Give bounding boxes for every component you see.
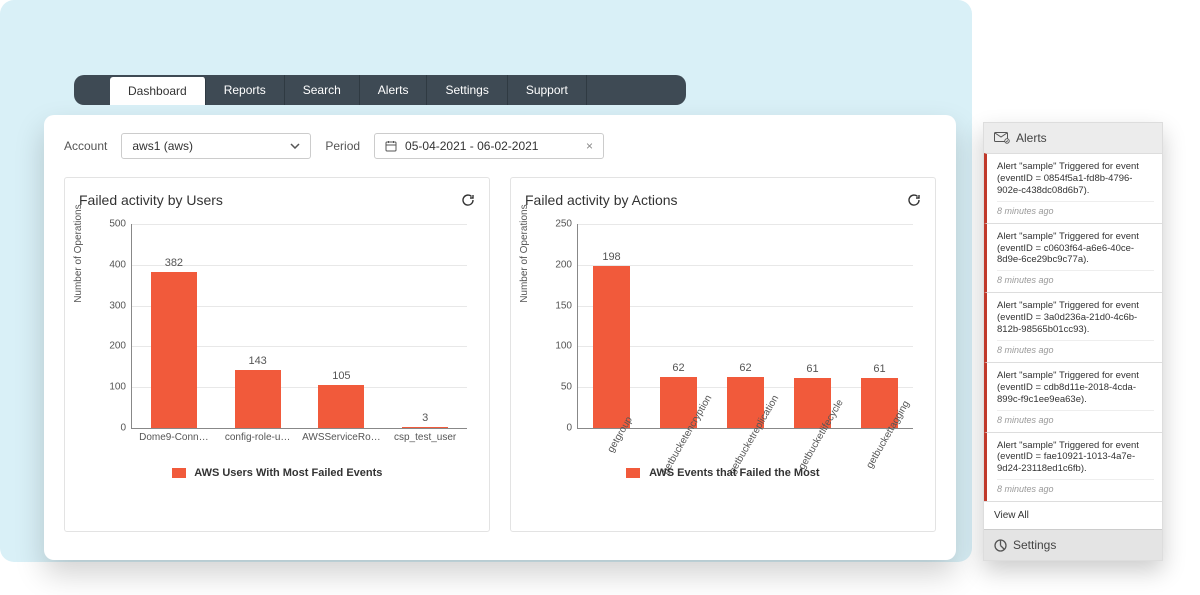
tab-alerts[interactable]: Alerts — [360, 75, 428, 105]
tab-reports[interactable]: Reports — [206, 75, 285, 105]
alert-time: 8 minutes ago — [997, 201, 1154, 216]
alert-text: Alert "sample" Triggered for event (even… — [997, 370, 1154, 406]
y-axis-label: Number of Operations — [73, 204, 84, 302]
chart-legend: AWS Events that Failed the Most — [525, 467, 921, 479]
alerts-footer-label: Settings — [1013, 538, 1056, 552]
chart-title: Failed activity by Actions — [525, 192, 678, 208]
tab-support[interactable]: Support — [508, 75, 587, 105]
y-tick: 300 — [109, 300, 132, 311]
alert-time: 8 minutes ago — [997, 410, 1154, 425]
chart-title: Failed activity by Users — [79, 192, 223, 208]
x-tick: AWSServiceRo… — [302, 428, 381, 443]
dashboard-card: Account aws1 (aws) Period 05-04-2021 - 0… — [44, 115, 956, 560]
bar-value-label: 62 — [739, 362, 751, 374]
period-value: 05-04-2021 - 06-02-2021 — [405, 139, 538, 153]
legend-text: AWS Users With Most Failed Events — [194, 467, 382, 479]
bar[interactable] — [235, 370, 281, 428]
account-value: aws1 (aws) — [132, 139, 193, 153]
tab-dashboard[interactable]: Dashboard — [110, 77, 206, 105]
alert-time: 8 minutes ago — [997, 270, 1154, 285]
bar-value-label: 62 — [672, 362, 684, 374]
x-tick: config-role-u… — [225, 428, 291, 443]
y-axis-label: Number of Operations — [519, 204, 530, 302]
charts-row: Failed activity by Users Number of Opera… — [64, 177, 936, 532]
alert-item[interactable]: Alert "sample" Triggered for event (even… — [984, 432, 1162, 502]
alerts-side-panel: Alerts Alert "sample" Triggered for even… — [983, 122, 1163, 561]
alert-item[interactable]: Alert "sample" Triggered for event (even… — [984, 153, 1162, 223]
x-tick: Dome9-Conn… — [139, 428, 208, 443]
bar[interactable] — [318, 385, 364, 428]
alert-text: Alert "sample" Triggered for event (even… — [997, 161, 1154, 197]
refresh-icon[interactable] — [907, 193, 921, 207]
alert-text: Alert "sample" Triggered for event (even… — [997, 440, 1154, 476]
alerts-list: Alert "sample" Triggered for event (even… — [984, 153, 1162, 501]
period-picker[interactable]: 05-04-2021 - 06-02-2021 × — [374, 133, 604, 159]
bar[interactable] — [593, 266, 630, 428]
alerts-settings[interactable]: Settings — [984, 529, 1162, 560]
account-label: Account — [64, 139, 107, 153]
period-label: Period — [325, 139, 360, 153]
y-tick: 100 — [555, 341, 578, 352]
view-all-link[interactable]: View All — [984, 501, 1162, 529]
y-tick: 0 — [566, 423, 578, 434]
y-tick: 100 — [109, 382, 132, 393]
alert-time: 8 minutes ago — [997, 479, 1154, 494]
chart-failed-by-users: Failed activity by Users Number of Opera… — [64, 177, 490, 532]
mail-alert-icon — [994, 132, 1010, 144]
y-tick: 500 — [109, 219, 132, 230]
legend-swatch-icon — [172, 468, 186, 478]
alerts-header[interactable]: Alerts — [984, 123, 1162, 153]
filter-row: Account aws1 (aws) Period 05-04-2021 - 0… — [64, 133, 936, 159]
chart-body-actions: Number of Operations 050100150200250198g… — [525, 224, 921, 479]
y-tick: 200 — [109, 341, 132, 352]
main-navbar: Dashboard Reports Search Alerts Settings… — [74, 75, 686, 105]
alert-text: Alert "sample" Triggered for event (even… — [997, 231, 1154, 267]
y-tick: 250 — [555, 219, 578, 230]
alert-item[interactable]: Alert "sample" Triggered for event (even… — [984, 362, 1162, 432]
legend-swatch-icon — [626, 468, 640, 478]
y-tick: 150 — [555, 300, 578, 311]
bar-value-label: 105 — [332, 370, 350, 382]
bar-value-label: 3 — [422, 412, 428, 424]
pie-settings-icon — [994, 539, 1007, 552]
y-tick: 400 — [109, 259, 132, 270]
y-tick: 50 — [561, 382, 578, 393]
calendar-icon — [385, 140, 397, 152]
bar-value-label: 61 — [806, 363, 818, 375]
legend-text: AWS Events that Failed the Most — [649, 467, 820, 479]
chart-legend: AWS Users With Most Failed Events — [79, 467, 475, 479]
y-tick: 200 — [555, 259, 578, 270]
bar[interactable] — [151, 272, 197, 428]
chevron-down-icon — [290, 143, 300, 149]
bar-value-label: 382 — [165, 257, 183, 269]
x-tick: csp_test_user — [394, 428, 456, 443]
alert-text: Alert "sample" Triggered for event (even… — [997, 300, 1154, 336]
refresh-icon[interactable] — [461, 193, 475, 207]
clear-date-icon[interactable]: × — [586, 139, 593, 153]
tab-settings[interactable]: Settings — [427, 75, 507, 105]
chart-failed-by-actions: Failed activity by Actions Number of Ope… — [510, 177, 936, 532]
tab-search[interactable]: Search — [285, 75, 360, 105]
account-select[interactable]: aws1 (aws) — [121, 133, 311, 159]
alerts-header-label: Alerts — [1016, 131, 1047, 145]
bar-value-label: 61 — [873, 363, 885, 375]
y-tick: 0 — [120, 423, 132, 434]
alert-time: 8 minutes ago — [997, 340, 1154, 355]
alert-item[interactable]: Alert "sample" Triggered for event (even… — [984, 223, 1162, 293]
bar-value-label: 198 — [602, 251, 620, 263]
chart-body-users: Number of Operations 0100200300400500382… — [79, 224, 475, 479]
bar-value-label: 143 — [248, 355, 266, 367]
alert-item[interactable]: Alert "sample" Triggered for event (even… — [984, 292, 1162, 362]
